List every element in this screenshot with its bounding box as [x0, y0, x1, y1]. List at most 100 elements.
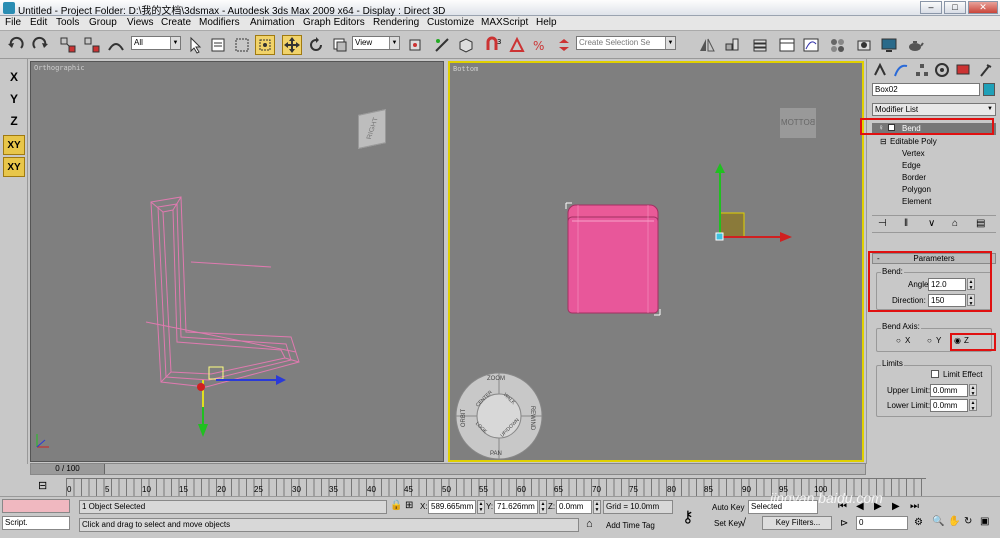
create-tab-icon[interactable]	[872, 62, 888, 78]
bind-space-warp-icon[interactable]	[106, 35, 126, 55]
auto-key-button[interactable]: Auto Key	[712, 503, 744, 512]
key-tangent-icon[interactable]: √	[740, 517, 746, 529]
viewport-orthographic[interactable]: Orthographic RIGHT	[30, 61, 444, 462]
redo-icon[interactable]	[30, 35, 50, 55]
x-coord-spinner[interactable]: ▲ ▼	[477, 500, 485, 514]
spinner-snap-icon[interactable]	[554, 35, 574, 55]
material-editor-icon[interactable]	[828, 35, 848, 55]
nav-zoom[interactable]: ZOOM	[487, 376, 505, 382]
select-by-name-icon[interactable]	[208, 35, 228, 55]
z-coord-spinner[interactable]: ▲ ▼	[593, 500, 601, 514]
pan-view-icon[interactable]: ✋	[948, 516, 960, 527]
nav-orbit[interactable]: ORBIT	[461, 409, 467, 427]
stack-item-vertex[interactable]: Vertex	[902, 149, 925, 158]
menu-modifiers[interactable]: Modifiers	[199, 17, 240, 28]
maximize-button[interactable]: □	[944, 1, 966, 14]
set-key-button[interactable]: Set Key	[714, 519, 742, 528]
render-teapot-icon[interactable]	[905, 35, 925, 55]
minimize-button[interactable]: –	[920, 1, 942, 14]
stack-item-editable-poly[interactable]: Editable Poly	[890, 137, 937, 146]
mini-curve-editor-icon[interactable]: ⊟	[38, 479, 47, 492]
angle-snap-icon[interactable]	[507, 35, 527, 55]
axis-y-button[interactable]: Y	[3, 89, 25, 109]
remove-modifier-icon[interactable]: ⌂	[952, 218, 958, 229]
menu-help[interactable]: Help	[536, 17, 557, 28]
nav-pan[interactable]: PAN	[490, 451, 502, 457]
menu-rendering[interactable]: Rendering	[373, 17, 419, 28]
pivot-center-icon[interactable]	[405, 35, 425, 55]
mirror-icon[interactable]	[697, 35, 717, 55]
selection-filter-dropdown[interactable]: All ▼	[131, 36, 181, 50]
modify-tab-icon[interactable]	[893, 62, 909, 78]
current-frame-field[interactable]: 0	[856, 516, 908, 530]
graphite-tools-icon[interactable]	[777, 35, 797, 55]
align-icon[interactable]	[722, 35, 742, 55]
rectangular-selection-icon[interactable]	[232, 35, 252, 55]
axis-x-radio-icon[interactable]: ○	[896, 336, 901, 345]
absolute-mode-icon[interactable]: ⊞	[405, 500, 413, 511]
modifier-list-dropdown[interactable]: Modifier List ▼	[872, 103, 996, 116]
configure-sets-icon[interactable]: ▤	[976, 218, 985, 229]
collapse-icon[interactable]: ⊟	[880, 137, 887, 146]
menu-create[interactable]: Create	[161, 17, 191, 28]
viewcube[interactable]: RIGHT	[358, 109, 386, 149]
upper-limit-field[interactable]: 0.0mm	[930, 384, 968, 397]
axis-x-button[interactable]: X	[3, 67, 25, 87]
display-tab-icon[interactable]	[955, 62, 971, 78]
key-icon[interactable]: ⚷	[682, 507, 694, 527]
curve-editor-icon[interactable]	[801, 35, 821, 55]
close-button[interactable]: ✕	[968, 1, 998, 14]
select-and-move-icon[interactable]	[282, 35, 302, 55]
keyboard-shortcut-icon[interactable]	[456, 35, 476, 55]
hierarchy-tab-icon[interactable]	[914, 62, 930, 78]
motion-tab-icon[interactable]	[934, 62, 950, 78]
limit-effect-checkbox[interactable]	[931, 370, 939, 378]
lower-limit-spinner[interactable]: ▲ ▼	[969, 399, 977, 412]
lock-selection-icon[interactable]: 🔒	[390, 500, 402, 511]
zoom-icon[interactable]: 🔍	[932, 516, 944, 527]
add-time-tag[interactable]: Add Time Tag	[606, 521, 655, 530]
lower-limit-field[interactable]: 0.0mm	[930, 399, 968, 412]
stack-item-polygon[interactable]: Polygon	[902, 185, 931, 194]
render-setup-icon[interactable]	[854, 35, 874, 55]
axis-xy-cycle-button[interactable]: XY	[3, 157, 25, 177]
stack-item-edge[interactable]: Edge	[902, 161, 921, 170]
x-coord-field[interactable]: 589.665mm	[428, 500, 476, 514]
viewport-bottom[interactable]: Bottom BOTTOM ZOOM ORBIT CENTER WALK REW…	[448, 61, 864, 462]
stack-item-element[interactable]: Element	[902, 197, 931, 206]
maxscript-listener-mini[interactable]	[2, 499, 70, 513]
object-name-field[interactable]: Box02	[872, 83, 980, 96]
orbit-icon[interactable]: ↻	[964, 516, 972, 527]
time-slider-thumb[interactable]: 0 / 100	[31, 464, 105, 474]
key-mode-icon[interactable]: ⊳	[840, 518, 848, 529]
manipulate-icon[interactable]	[432, 35, 452, 55]
menu-tools[interactable]: Tools	[56, 17, 79, 28]
upper-limit-spinner[interactable]: ▲ ▼	[969, 384, 977, 397]
layer-manager-icon[interactable]	[750, 35, 770, 55]
maxscript-input[interactable]: Script.	[2, 516, 70, 530]
pin-stack-icon[interactable]: ⊣	[878, 218, 887, 229]
window-crossing-icon[interactable]	[255, 35, 275, 55]
percent-snap-icon[interactable]: %	[530, 35, 550, 55]
reference-coordinate-dropdown[interactable]: View ▼	[352, 36, 400, 50]
undo-icon[interactable]	[6, 35, 26, 55]
menu-edit[interactable]: Edit	[30, 17, 47, 28]
select-and-rotate-icon[interactable]	[306, 35, 326, 55]
next-frame-icon[interactable]: ▶	[892, 501, 900, 512]
unlink-icon[interactable]	[82, 35, 102, 55]
select-object-icon[interactable]	[185, 35, 205, 55]
named-selection-sets-dropdown[interactable]: Create Selection Se ▼	[576, 36, 676, 50]
time-tag-icon[interactable]: ⌂	[586, 518, 593, 530]
utilities-tab-icon[interactable]	[977, 62, 993, 78]
rendered-frame-icon[interactable]	[879, 35, 899, 55]
make-unique-icon[interactable]: ∨	[928, 218, 935, 229]
axis-xy-button[interactable]: XY	[3, 135, 25, 155]
menu-maxscript[interactable]: MAXScript	[481, 17, 528, 28]
maximize-viewport-icon[interactable]: ▣	[980, 516, 989, 527]
z-coord-field[interactable]: 0.0mm	[556, 500, 592, 514]
show-end-result-icon[interactable]: ‖	[904, 218, 908, 229]
snaps-toggle-icon[interactable]: 3	[484, 35, 504, 55]
menu-animation[interactable]: Animation	[250, 17, 294, 28]
object-color-swatch[interactable]	[983, 83, 995, 96]
link-icon[interactable]	[58, 35, 78, 55]
